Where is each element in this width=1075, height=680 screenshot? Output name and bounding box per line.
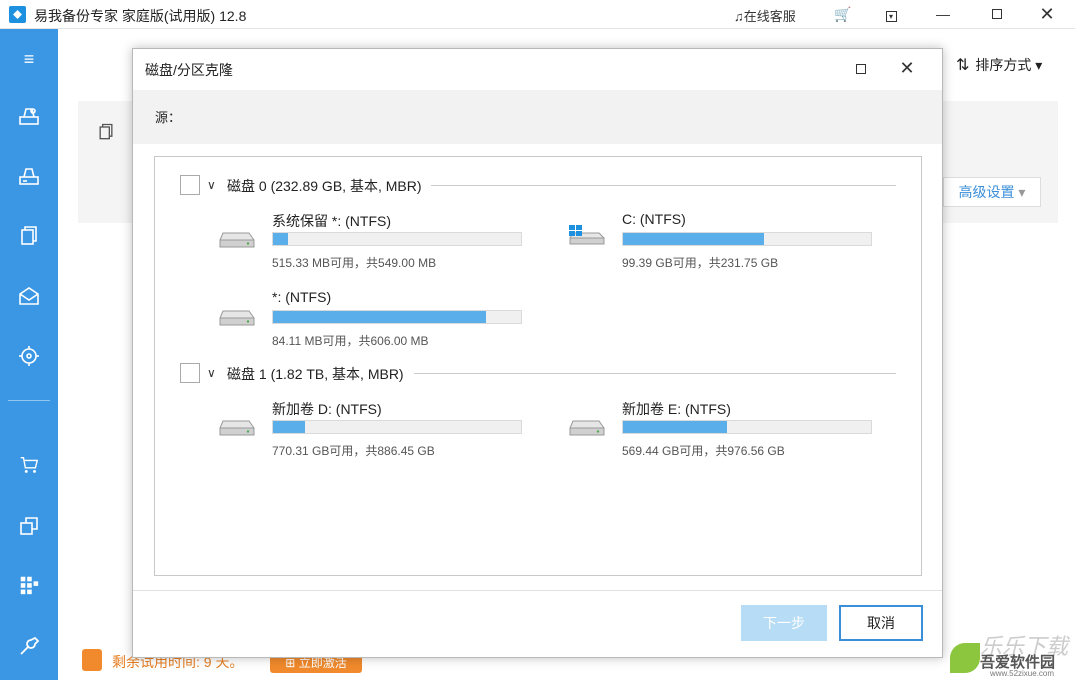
partition-usage-bar: [622, 420, 872, 434]
clone-icon[interactable]: [14, 514, 44, 544]
leaf-logo-icon: [950, 643, 980, 673]
chevron-down-icon[interactable]: ∨: [207, 175, 216, 195]
headset-icon: ♫: [734, 9, 744, 24]
partition-info: 569.44 GB可用，共976.56 GB: [622, 444, 785, 458]
activate-now-label: 立即激活: [298, 656, 347, 670]
partition-info: 84.11 MB可用，共606.00 MB: [272, 334, 429, 348]
footer-divider: [133, 590, 942, 591]
drive-icon: [219, 232, 255, 248]
cart-icon[interactable]: 🛒: [834, 6, 851, 22]
cancel-button[interactable]: 取消: [839, 605, 923, 641]
app-logo-icon: [9, 6, 26, 23]
clone-dialog: 磁盘/分区克隆 ✕ 源： ∨ 磁盘 0 (232.89 GB, 基本, MBR)…: [132, 48, 943, 658]
partition-info: 770.31 GB可用，共886.45 GB: [272, 444, 435, 458]
caret-down-icon: ▾: [1018, 184, 1026, 200]
drive-icon: [219, 420, 255, 436]
partition-name: 新加卷 E: (NTFS): [622, 401, 731, 417]
caret-down-icon: ▾: [1035, 57, 1043, 73]
partition-usage-bar: [272, 420, 522, 434]
wrench-settings-icon[interactable]: [14, 634, 44, 664]
menu-button[interactable]: ▾: [868, 0, 914, 29]
shopping-bag-icon: [82, 649, 102, 671]
partition-item[interactable]: *: (NTFS) 84.11 MB可用，共606.00 MB: [219, 289, 522, 349]
partition-name: 系统保留 *: (NTFS): [272, 213, 391, 229]
partition-info: 99.39 GB可用，共231.75 GB: [622, 256, 779, 270]
partition-usage-fill: [273, 421, 306, 433]
advanced-settings-label: 高级设置: [958, 184, 1015, 200]
online-support-label: 在线客服: [743, 9, 796, 24]
disk-list: ∨ 磁盘 0 (232.89 GB, 基本, MBR) 系统保留 *: (NTF…: [154, 156, 922, 576]
sort-dropdown[interactable]: ⇅ 排序方式 ▾: [956, 55, 1042, 75]
disk-divider-line: [414, 373, 896, 374]
watermark-logo: 乐乐下载 吾爱软件园 www.52zixue.com: [944, 625, 1075, 680]
disk-divider-line: [431, 185, 896, 186]
partition-info: 515.33 MB可用，共549.00 MB: [272, 256, 437, 270]
activate-icon: ⊞: [285, 656, 296, 670]
source-bar: 源：: [133, 90, 942, 144]
partition-usage-bar: [272, 310, 522, 324]
online-support-link[interactable]: ♫在线客服: [734, 6, 796, 25]
sidebar: ≡: [0, 29, 58, 680]
partition-usage-bar: [272, 232, 522, 246]
source-label: 源：: [155, 110, 182, 125]
shopping-cart-icon[interactable]: [14, 454, 44, 484]
system-backup-icon[interactable]: [14, 104, 44, 134]
partition-usage-fill: [273, 233, 288, 245]
maximize-icon: [992, 9, 1002, 19]
dropdown-menu-icon: ▾: [885, 11, 897, 22]
partition-item[interactable]: 系统保留 *: (NTFS) 515.33 MB可用，共549.00 MB: [219, 211, 522, 271]
mail-backup-icon[interactable]: [14, 284, 44, 314]
partition-usage-fill: [273, 311, 487, 323]
advanced-settings-button[interactable]: 高级设置 ▾: [943, 177, 1041, 207]
smart-backup-icon[interactable]: [14, 344, 44, 374]
sort-arrows-icon: ⇅: [956, 57, 970, 74]
partition-item[interactable]: 新加卷 E: (NTFS) 569.44 GB可用，共976.56 GB: [569, 399, 872, 459]
title-bar: 易我备份专家 家庭版(试用版) 12.8 ♫在线客服 🛒 ▾ — ✕: [0, 0, 1075, 29]
sidebar-divider: [8, 400, 50, 401]
sort-label: 排序方式: [975, 57, 1032, 73]
dialog-title: 磁盘/分区克隆: [145, 62, 233, 78]
partition-usage-bar: [622, 232, 872, 246]
drive-icon: [569, 420, 605, 436]
partition-item[interactable]: 新加卷 D: (NTFS) 770.31 GB可用，共886.45 GB: [219, 399, 522, 459]
tools-grid-icon[interactable]: [14, 574, 44, 604]
next-button[interactable]: 下一步: [741, 605, 827, 641]
partition-item[interactable]: C: (NTFS) 99.39 GB可用，共231.75 GB: [569, 211, 872, 271]
disk-0-checkbox[interactable]: [180, 175, 200, 195]
disk-backup-icon[interactable]: [14, 164, 44, 194]
partition-name: C: (NTFS): [622, 211, 686, 227]
maximize-icon: [856, 63, 866, 74]
drive-icon: [219, 310, 255, 326]
partition-name: 新加卷 D: (NTFS): [272, 401, 382, 417]
dialog-maximize-button[interactable]: [846, 56, 876, 80]
disk-header: ∨ 磁盘 1 (1.82 TB, 基本, MBR): [180, 363, 896, 384]
watermark-url: www.52zixue.com: [990, 669, 1055, 678]
windows-drive-icon: [569, 225, 605, 245]
chevron-down-icon[interactable]: ∨: [207, 363, 216, 383]
hamburger-menu-icon[interactable]: ≡: [14, 44, 44, 74]
file-backup-icon[interactable]: [14, 224, 44, 254]
maximize-button[interactable]: [974, 0, 1020, 29]
minimize-button[interactable]: —: [920, 0, 966, 29]
partition-usage-fill: [623, 233, 765, 245]
disk-1-checkbox[interactable]: [180, 363, 200, 383]
partition-usage-fill: [623, 421, 728, 433]
dialog-close-button[interactable]: ✕: [892, 56, 922, 80]
disk-0-label: 磁盘 0 (232.89 GB, 基本, MBR): [227, 176, 430, 196]
disk-1-label: 磁盘 1 (1.82 TB, 基本, MBR): [227, 364, 412, 384]
disk-header: ∨ 磁盘 0 (232.89 GB, 基本, MBR): [180, 175, 896, 196]
app-title: 易我备份专家 家庭版(试用版) 12.8: [34, 8, 247, 24]
partition-name: *: (NTFS): [272, 289, 332, 305]
close-button[interactable]: ✕: [1024, 0, 1070, 29]
document-icon: [96, 121, 116, 148]
